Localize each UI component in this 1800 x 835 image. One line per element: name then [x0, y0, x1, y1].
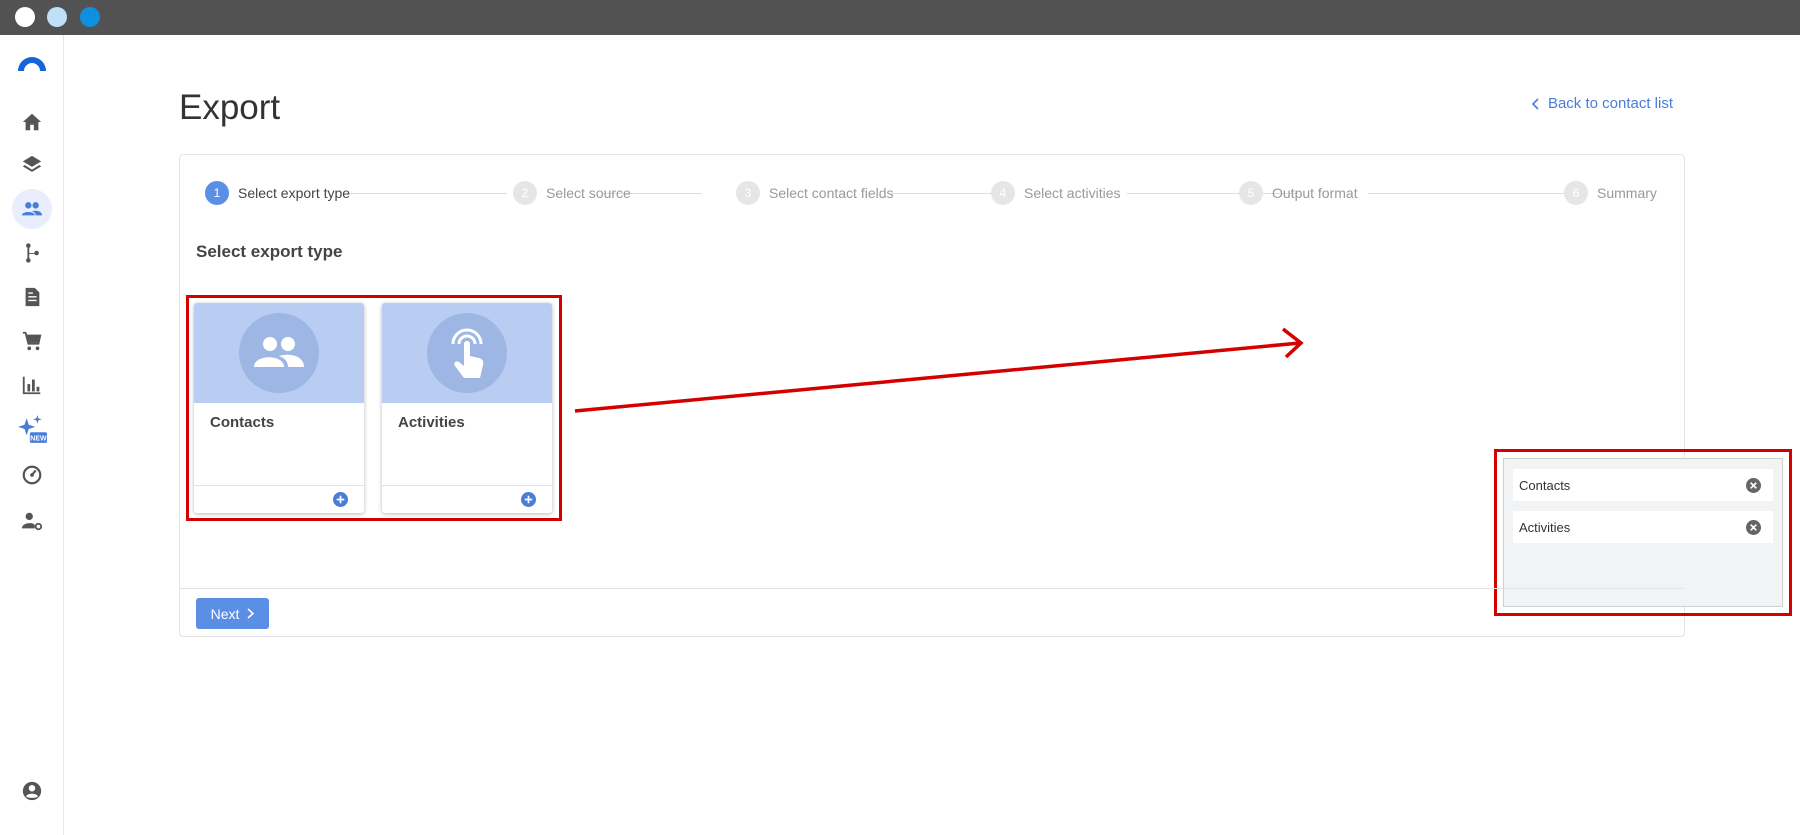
sidebar-item-ai[interactable]: NEW [12, 409, 52, 449]
step-connector [892, 193, 992, 194]
step-number: 6 [1564, 181, 1588, 205]
export-type-tile-contacts[interactable]: Contacts [194, 303, 364, 513]
annotation-highlight-tiles: Contacts Activities [186, 295, 562, 521]
export-type-tile-activities[interactable]: Activities [382, 303, 552, 513]
section-title: Select export type [196, 242, 343, 261]
chevron-right-icon [247, 608, 255, 619]
selected-item-activities[interactable]: Activities [1513, 511, 1773, 543]
tile-label: Contacts [210, 414, 275, 431]
sidebar-item-contacts[interactable] [12, 189, 52, 229]
tile-icon-circle [427, 313, 507, 393]
step-label: Select source [546, 185, 631, 201]
selected-item-contacts[interactable]: Contacts [1513, 469, 1773, 501]
step-select-activities[interactable]: 4 Select activities [991, 181, 1120, 205]
tile-label: Activities [398, 414, 465, 431]
people-icon [21, 202, 43, 216]
step-number: 4 [991, 181, 1015, 205]
sidebar-item-account[interactable] [12, 771, 52, 811]
annotation-highlight-selected: Contacts Activities [1494, 449, 1792, 616]
sidebar: NEW [0, 35, 64, 835]
branch-icon [26, 243, 39, 263]
add-circle-icon[interactable] [333, 492, 348, 507]
document-icon [25, 287, 40, 307]
sidebar-item-dashboard[interactable] [12, 455, 52, 495]
bar-chart-icon [22, 376, 41, 395]
step-label: Output format [1272, 185, 1358, 201]
step-label: Select contact fields [769, 185, 894, 201]
step-number: 1 [205, 181, 229, 205]
user-gear-icon [21, 512, 43, 531]
selected-item-label: Activities [1519, 519, 1571, 535]
home-icon [22, 113, 42, 131]
layers-icon [22, 155, 42, 172]
step-number: 2 [513, 181, 537, 205]
back-link-label: Back to contact list [1547, 95, 1673, 112]
sidebar-item-shop[interactable] [12, 321, 52, 361]
new-badge: NEW [30, 436, 47, 443]
step-label: Select export type [238, 185, 351, 201]
window-close-button[interactable] [15, 7, 35, 27]
step-number: 3 [736, 181, 760, 205]
selected-item-label: Contacts [1519, 477, 1571, 493]
sidebar-item-home[interactable] [12, 102, 52, 142]
window-maximize-button[interactable] [80, 7, 100, 27]
step-label: Summary [1597, 185, 1657, 201]
sidebar-item-layers[interactable] [12, 145, 52, 185]
selected-export-types-list: Contacts Activities [1503, 458, 1783, 607]
next-button[interactable]: Next [196, 598, 269, 629]
sidebar-item-user-settings[interactable] [12, 501, 52, 541]
gauge-icon [22, 465, 42, 485]
tile-footer [382, 485, 552, 513]
step-number: 5 [1239, 181, 1263, 205]
sidebar-item-reports[interactable] [12, 365, 52, 405]
step-connector [350, 193, 507, 194]
card-footer-divider [180, 588, 1684, 589]
remove-circle-icon[interactable] [1746, 520, 1761, 535]
tile-header [382, 303, 552, 403]
next-button-label: Next [210, 605, 240, 622]
tile-header [194, 303, 364, 403]
annotation-arrow [574, 327, 1304, 413]
window-minimize-button[interactable] [47, 7, 67, 27]
remove-circle-icon[interactable] [1746, 478, 1761, 493]
cart-icon [22, 331, 42, 351]
step-label: Select activities [1024, 185, 1121, 201]
step-output-format[interactable]: 5 Output format [1239, 181, 1358, 205]
tile-icon-circle [239, 313, 319, 393]
window-titlebar [0, 0, 1800, 35]
page-title: Export [179, 88, 281, 127]
step-summary[interactable]: 6 Summary [1564, 181, 1657, 205]
app-logo[interactable] [16, 55, 48, 73]
touch-icon [451, 328, 484, 378]
step-select-contact-fields[interactable]: 3 Select contact fields [736, 181, 894, 205]
step-connector [1368, 193, 1572, 194]
back-to-contact-list-link[interactable]: Back to contact list [1531, 95, 1673, 112]
sidebar-item-documents[interactable] [12, 277, 52, 317]
step-select-source[interactable]: 2 Select source [513, 181, 631, 205]
sparkle-icon: NEW [18, 415, 47, 443]
add-circle-icon[interactable] [521, 492, 536, 507]
account-circle-icon [22, 781, 42, 801]
wizard-stepper: 1 Select export type 2 Select source 3 S… [180, 155, 1686, 231]
sidebar-item-flows[interactable] [12, 233, 52, 273]
tile-footer [194, 485, 364, 513]
people-icon [254, 337, 304, 367]
step-select-export-type[interactable]: 1 Select export type [205, 181, 350, 205]
chevron-left-icon [1531, 97, 1539, 110]
